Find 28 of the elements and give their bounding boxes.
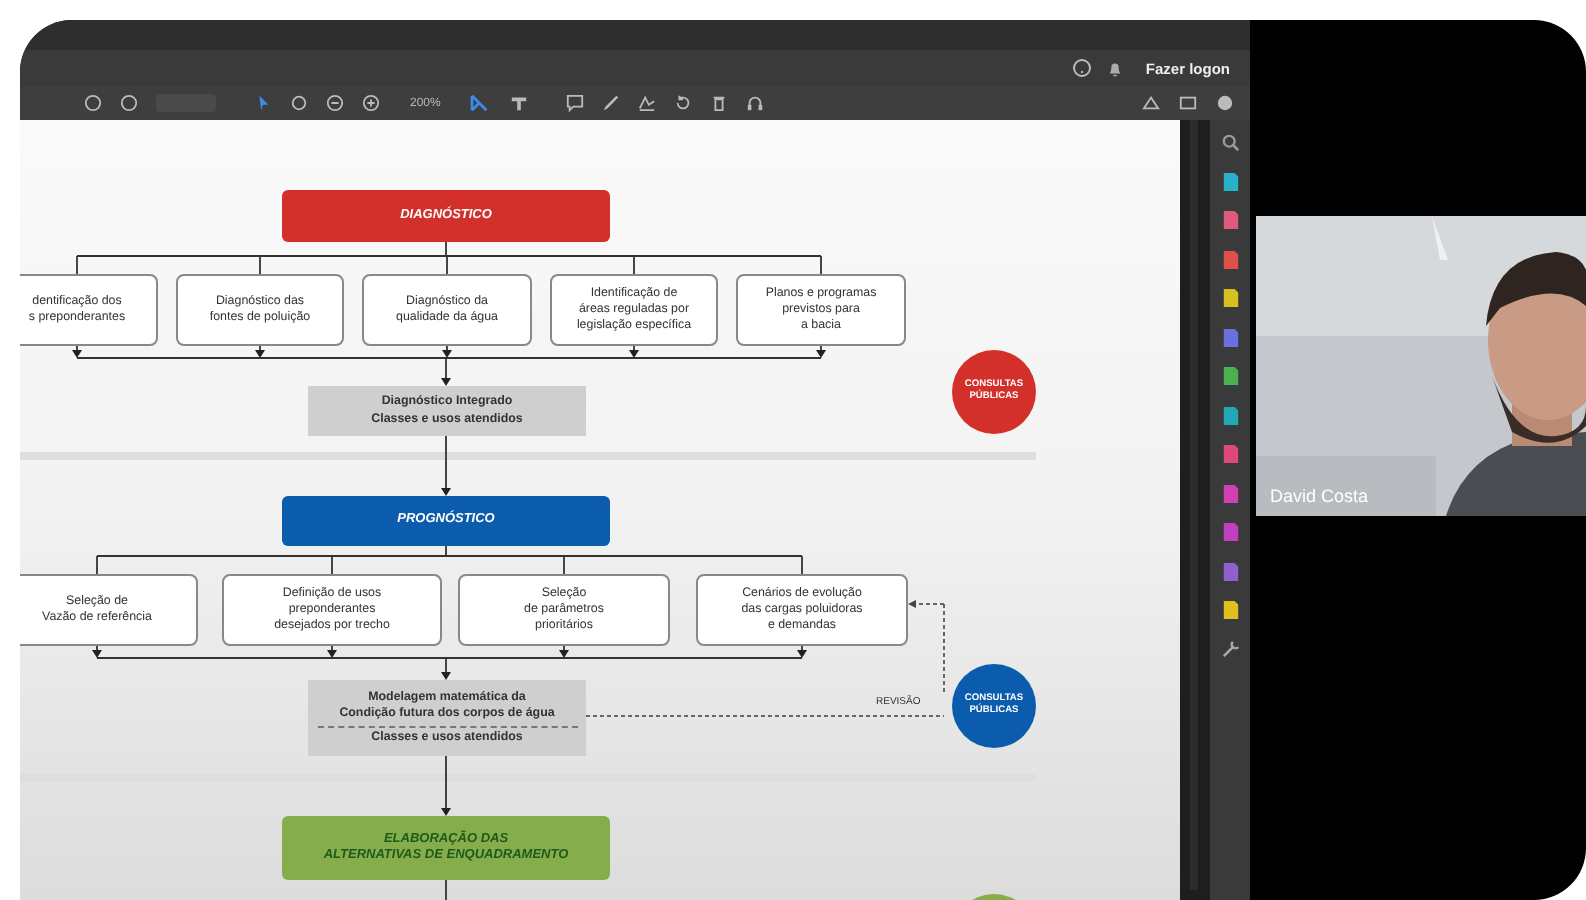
rotate-icon[interactable] bbox=[674, 94, 693, 112]
zoom-out-icon[interactable] bbox=[326, 94, 344, 112]
page-icon[interactable] bbox=[1221, 249, 1239, 269]
page-icon[interactable] bbox=[1221, 444, 1239, 464]
page-icon[interactable] bbox=[1221, 366, 1239, 386]
stamp-icon[interactable] bbox=[510, 94, 529, 112]
headset-icon[interactable] bbox=[746, 94, 765, 112]
participant-name: David Costa bbox=[1270, 486, 1369, 506]
comment-icon[interactable] bbox=[566, 94, 585, 112]
page-icon[interactable] bbox=[1221, 171, 1239, 191]
cursor-icon[interactable] bbox=[254, 94, 272, 112]
page-icon[interactable] bbox=[1221, 483, 1239, 503]
trash-icon[interactable] bbox=[710, 94, 729, 112]
page-icon[interactable] bbox=[1221, 327, 1239, 347]
wrench-icon[interactable] bbox=[1221, 639, 1239, 657]
page-icon[interactable] bbox=[1221, 600, 1239, 620]
page-icon[interactable] bbox=[1221, 561, 1239, 581]
search-icon[interactable] bbox=[1221, 134, 1239, 152]
zoom-in-icon[interactable] bbox=[362, 94, 380, 112]
signature-icon[interactable] bbox=[638, 94, 657, 112]
pen-icon[interactable] bbox=[602, 94, 621, 112]
page-icon[interactable] bbox=[1221, 405, 1239, 425]
page-icon[interactable] bbox=[1221, 210, 1239, 230]
page-icon[interactable] bbox=[1221, 288, 1239, 308]
bell-icon[interactable] bbox=[1105, 59, 1124, 77]
mail-icon[interactable] bbox=[1178, 94, 1198, 112]
select-tool-icon[interactable] bbox=[470, 94, 493, 112]
help-icon[interactable] bbox=[1071, 58, 1092, 78]
